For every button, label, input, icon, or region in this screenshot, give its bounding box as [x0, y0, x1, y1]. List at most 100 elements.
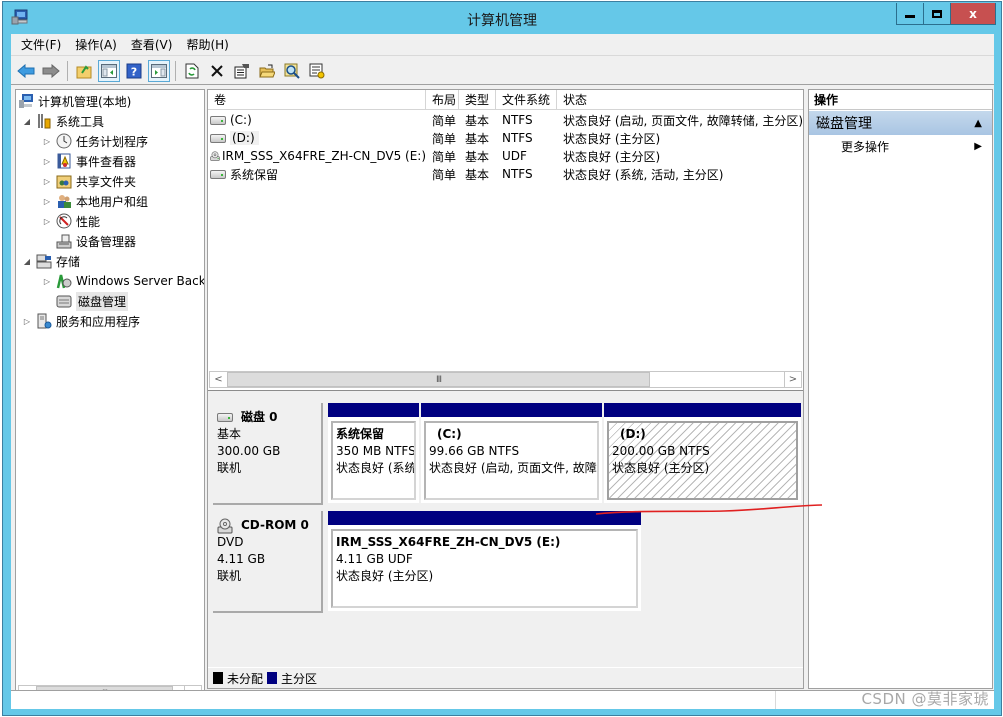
- up-level-button[interactable]: [73, 60, 95, 82]
- tree-item-device-manager[interactable]: 设备管理器: [56, 231, 136, 251]
- tree-item-computer-management[interactable]: 计算机管理(本地): [18, 91, 131, 111]
- partition-type-bar: [604, 403, 801, 417]
- volume-filesystem: NTFS: [502, 131, 533, 145]
- legend-swatch-primary: [267, 672, 278, 684]
- column-header-filesystem[interactable]: 文件系统: [496, 90, 557, 110]
- svg-text:?: ?: [131, 65, 137, 78]
- volume-name: IRM_SSS_X64FRE_ZH-CN_DV5 (E:): [222, 149, 426, 163]
- menu-action[interactable]: 操作(A): [68, 35, 124, 55]
- tree-item-services-applications[interactable]: ▷ 服务和应用程序: [22, 311, 140, 331]
- tree-item-label: Windows Server Back: [76, 274, 205, 288]
- collapsed-icon[interactable]: ▷: [42, 217, 52, 226]
- show-hide-console-tree-button[interactable]: [98, 59, 120, 82]
- delete-button[interactable]: [206, 60, 228, 82]
- forward-button[interactable]: [40, 60, 62, 82]
- tree-item-local-users-groups[interactable]: ▷ 本地用户和组: [42, 191, 148, 211]
- scroll-right-button[interactable]: >: [784, 372, 801, 387]
- search-button[interactable]: [281, 60, 303, 82]
- event-viewer-icon: [57, 153, 71, 169]
- tree-item-label: 系统工具: [56, 114, 105, 129]
- column-header-type[interactable]: 类型: [459, 90, 496, 110]
- tree-item-event-viewer[interactable]: ▷ 事件查看器: [42, 151, 136, 171]
- tree-item-performance[interactable]: ▷ 性能: [42, 211, 100, 231]
- tree-item-windows-server-backup[interactable]: ▷ Windows Server Back: [42, 271, 205, 291]
- volume-list-horizontal-scrollbar[interactable]: < III >: [209, 371, 802, 388]
- volume-row[interactable]: (C:) 简单 基本 NTFS 状态良好 (启动, 页面文件, 故障转储, 主分…: [208, 111, 803, 129]
- column-header-volume[interactable]: 卷: [208, 90, 426, 110]
- title-bar[interactable]: 计算机管理 x: [3, 2, 1001, 34]
- collapsed-icon[interactable]: ▷: [42, 137, 52, 146]
- partition-system-reserved[interactable]: 系统保留 350 MB NTFS 状态良好 (系统, 活动, 主分区): [328, 403, 419, 503]
- collapsed-icon[interactable]: ▷: [42, 157, 52, 166]
- partition-e[interactable]: IRM_SSS_X64FRE_ZH-CN_DV5 (E:) 4.11 GB UD…: [328, 511, 641, 611]
- collapsed-icon[interactable]: ▷: [22, 317, 32, 326]
- minimize-button[interactable]: [897, 3, 924, 24]
- cdrom-0-label[interactable]: CD-ROM 0 DVD 4.11 GB 联机: [213, 511, 323, 613]
- volume-row[interactable]: IRM_SSS_X64FRE_ZH-CN_DV5 (E:) 简单 基本 UDF …: [208, 147, 803, 165]
- expanded-icon[interactable]: ◢: [22, 117, 32, 126]
- properties-button[interactable]: [231, 60, 253, 82]
- help-button[interactable]: ?: [123, 60, 145, 82]
- partition-size-fs: 200.00 GB NTFS: [612, 444, 710, 458]
- properties-icon: [234, 63, 249, 78]
- menu-file[interactable]: 文件(F): [14, 35, 68, 55]
- disk-state: 联机: [217, 569, 242, 583]
- partition-body-selected: (D:) 200.00 GB NTFS 状态良好 (主分区): [607, 421, 798, 500]
- console-tree: 计算机管理(本地) ◢ 系统工具 ▷ 任务计划程序 ▷ 事件查看器 ▷ 共享文件…: [15, 89, 205, 705]
- maximize-button[interactable]: [924, 3, 951, 24]
- action-more-actions[interactable]: 更多操作 ▶: [809, 135, 992, 157]
- disk-management-pane: 卷 布局 类型 文件系统 状态 (C:) 简单 基本 NTFS 状态良好 (启动…: [207, 89, 804, 689]
- back-button[interactable]: [15, 60, 37, 82]
- users-icon: [58, 195, 71, 208]
- scroll-track[interactable]: [650, 372, 784, 387]
- back-arrow-icon: [17, 63, 35, 78]
- action-group-disk-management[interactable]: 磁盘管理 ▲: [809, 111, 992, 135]
- column-header-status[interactable]: 状态: [557, 90, 803, 110]
- collapse-up-icon[interactable]: ▲: [974, 118, 982, 129]
- settings-button[interactable]: [306, 60, 328, 82]
- tree-item-shared-folders[interactable]: ▷ 共享文件夹: [42, 171, 136, 191]
- partition-status: 状态良好 (主分区): [612, 461, 710, 475]
- tree-item-label: 计算机管理(本地): [38, 94, 132, 109]
- disk-title: 磁盘 0: [241, 410, 278, 424]
- client-area: 文件(F) 操作(A) 查看(V) 帮助(H) ? 计算机管理(本地) ◢ 系统…: [11, 34, 994, 709]
- collapsed-icon[interactable]: ▷: [42, 277, 52, 286]
- collapsed-icon[interactable]: ▷: [42, 197, 52, 206]
- partition-body: 系统保留 350 MB NTFS 状态良好 (系统, 活动, 主分区): [331, 421, 416, 500]
- volume-layout: 简单: [432, 131, 457, 146]
- volume-row[interactable]: 系统保留 简单 基本 NTFS 状态良好 (系统, 活动, 主分区): [208, 165, 803, 183]
- action-pane-icon: [151, 63, 167, 78]
- refresh-button[interactable]: [181, 60, 203, 82]
- collapsed-icon[interactable]: ▷: [42, 177, 52, 186]
- status-bar: [11, 690, 994, 709]
- menu-view[interactable]: 查看(V): [124, 35, 180, 55]
- tree-item-label: 事件查看器: [76, 154, 137, 169]
- tree-item-system-tools[interactable]: ◢ 系统工具: [22, 111, 104, 131]
- legend-label-unallocated: 未分配: [227, 671, 264, 686]
- tree-item-disk-management[interactable]: 磁盘管理: [56, 291, 129, 311]
- column-header-layout[interactable]: 布局: [426, 90, 459, 110]
- partition-name: 系统保留: [336, 427, 385, 441]
- disk-0-label[interactable]: 磁盘 0 基本 300.00 GB 联机: [213, 403, 323, 505]
- settings-icon: [309, 63, 325, 78]
- expanded-icon[interactable]: ◢: [22, 257, 32, 266]
- show-hide-action-pane-button[interactable]: [148, 59, 170, 82]
- close-button[interactable]: x: [951, 3, 995, 24]
- disk-title-row: 磁盘 0: [217, 409, 321, 426]
- partition-d[interactable]: (D:) 200.00 GB NTFS 状态良好 (主分区): [604, 403, 801, 503]
- tree-item-label: 共享文件夹: [76, 174, 137, 189]
- open-button[interactable]: [256, 60, 278, 82]
- tree-item-task-scheduler[interactable]: ▷ 任务计划程序: [42, 131, 148, 151]
- partition-c[interactable]: (C:) 99.66 GB NTFS 状态良好 (启动, 页面文件, 故障转储,…: [421, 403, 602, 503]
- volume-layout: 简单: [432, 167, 457, 182]
- window-title: 计算机管理: [467, 13, 537, 29]
- partition-status: 状态良好 (系统, 活动, 主分区): [336, 461, 416, 475]
- menu-help[interactable]: 帮助(H): [179, 35, 235, 55]
- tree-item-storage[interactable]: ◢ 存储: [22, 251, 80, 271]
- cd-drive-icon: [217, 518, 233, 533]
- scroll-left-button[interactable]: <: [210, 372, 227, 387]
- scroll-thumb[interactable]: III: [227, 372, 650, 387]
- computer-management-window: 计算机管理 x 文件(F) 操作(A) 查看(V) 帮助(H) ? 计算机管理(…: [2, 1, 1002, 716]
- volume-name-cell: IRM_SSS_X64FRE_ZH-CN_DV5 (E:): [208, 148, 426, 164]
- volume-row[interactable]: (D:) 简单 基本 NTFS 状态良好 (主分区): [208, 129, 803, 147]
